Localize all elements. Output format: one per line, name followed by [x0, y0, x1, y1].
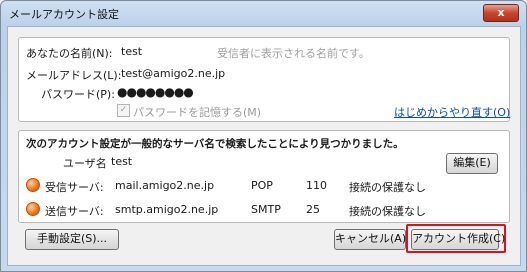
outgoing-protocol: SMTP — [251, 203, 281, 216]
manual-setup-button[interactable]: 手動設定(S)... — [25, 229, 119, 250]
outgoing-server-host: smtp.amigo2.ne.jp — [115, 203, 219, 216]
password-field[interactable]: ●●●●●●●● — [117, 85, 194, 99]
checkmark-icon: ✓ — [119, 105, 128, 115]
incoming-server-label: 受信サーバ: — [45, 181, 104, 194]
cancel-button[interactable]: キャンセル(A) — [334, 229, 406, 250]
incoming-port: 110 — [306, 179, 327, 192]
incoming-status-icon — [26, 178, 40, 192]
incoming-security: 接続の保護なし — [349, 181, 426, 194]
name-label: あなたの名前(N): — [26, 47, 113, 60]
edit-button[interactable]: 編集(E) — [446, 153, 498, 174]
close-button[interactable]: x — [483, 4, 519, 22]
name-field[interactable]: test — [121, 45, 142, 58]
outgoing-server-label: 送信サーバ: — [45, 205, 104, 218]
email-field[interactable]: test@amigo2.ne.jp — [121, 67, 225, 80]
detected-settings-panel: 次のアカウント設定が一般的なサーバ名で検索したことにより見つかりました。 ユーザ… — [18, 130, 510, 223]
result-heading: 次のアカウント設定が一般的なサーバ名で検索したことにより見つかりました。 — [26, 138, 404, 150]
account-info-panel: あなたの名前(N): test 受信者に表示される名前です。 メールアドレス(L… — [18, 37, 510, 122]
remember-password-checkbox[interactable]: ✓ — [117, 104, 130, 117]
restart-link[interactable]: はじめからやり直す(O) — [394, 104, 510, 120]
window-title: メールアカウント設定 — [9, 8, 119, 21]
outgoing-security: 接続の保護なし — [349, 205, 426, 218]
email-label: メールアドレス(L): — [26, 69, 122, 82]
incoming-server-host: mail.amigo2.ne.jp — [115, 179, 215, 192]
outgoing-status-icon — [26, 202, 40, 216]
create-account-button[interactable]: アカウント作成(C) — [411, 229, 505, 250]
incoming-protocol: POP — [251, 179, 273, 192]
close-icon: x — [497, 6, 505, 19]
password-label: パスワード(P): — [41, 88, 115, 101]
username-label: ユーザ名 — [63, 157, 107, 170]
username-value: test — [111, 155, 133, 168]
dialog-body: あなたの名前(N): test 受信者に表示される名前です。 メールアドレス(L… — [7, 26, 521, 266]
mail-account-setup-dialog: メールアカウント設定 x あなたの名前(N): test 受信者に表示される名前… — [0, 0, 527, 272]
remember-password-label: パスワードを記憶する(M) — [133, 106, 262, 119]
title-bar: メールアカウント設定 x — [1, 1, 526, 25]
name-hint: 受信者に表示される名前です。 — [217, 47, 370, 60]
outgoing-port: 25 — [306, 203, 320, 216]
